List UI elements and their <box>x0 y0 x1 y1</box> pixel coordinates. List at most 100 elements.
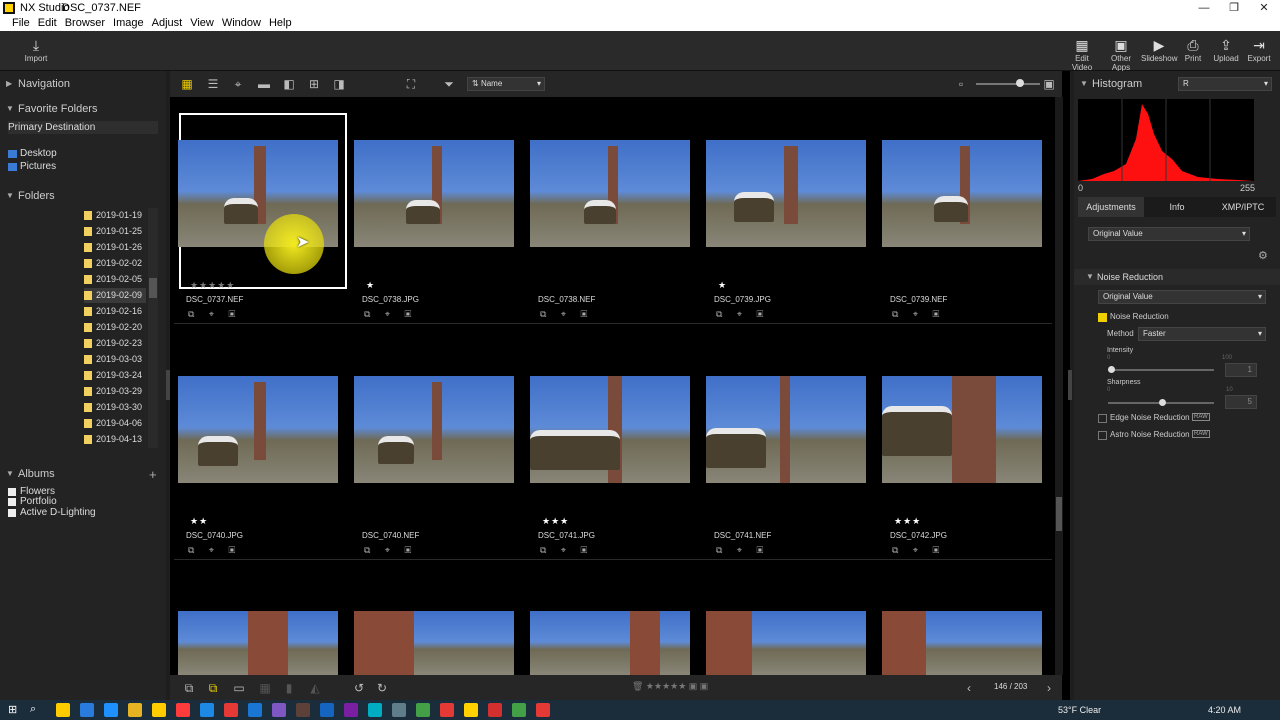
taskbar-app-icon[interactable] <box>152 703 166 717</box>
rating-stars[interactable]: ★★★★★ <box>190 280 235 291</box>
sharpness-slider[interactable] <box>1108 399 1214 406</box>
grid-scrollbar-thumb[interactable] <box>1056 497 1062 531</box>
settings-gear-icon[interactable]: ⚙ <box>1258 249 1268 262</box>
rating-stars[interactable]: ★★★ <box>542 516 569 527</box>
right-panel-collapse-handle[interactable] <box>1068 370 1072 400</box>
taskbar-app-icon[interactable] <box>536 703 550 717</box>
taskbar-app-icon[interactable] <box>128 703 142 717</box>
folder-item[interactable]: 2019-04-06 <box>84 416 146 431</box>
taskbar-app-icon[interactable] <box>104 703 118 717</box>
folder-item[interactable]: 2019-03-30 <box>84 400 146 415</box>
taskbar-app-icon[interactable] <box>248 703 262 717</box>
folder-item[interactable]: 2019-02-02 <box>84 256 146 271</box>
rating-stars[interactable]: ★ <box>718 280 727 291</box>
thumbnail-image[interactable] <box>530 140 690 247</box>
taskbar-app-icon[interactable] <box>296 703 310 717</box>
next-page-icon[interactable]: › <box>1040 679 1058 697</box>
rotate-left-icon[interactable]: ↺ <box>350 679 368 697</box>
folders-section[interactable]: ▼ Folders <box>0 186 166 206</box>
taskbar-app-icon[interactable] <box>56 703 70 717</box>
taskbar-app-icon[interactable] <box>416 703 430 717</box>
other-apps-button[interactable]: ▣ Other Apps <box>1103 36 1139 72</box>
folder-item[interactable]: 2019-01-26 <box>84 240 146 255</box>
sharpness-handle[interactable] <box>1159 399 1166 406</box>
slider-handle[interactable] <box>1016 79 1024 87</box>
upload-button[interactable]: ⇪ Upload <box>1208 36 1244 68</box>
highlight-icon[interactable]: ▮ <box>280 679 298 697</box>
thumbnail-image[interactable] <box>354 376 514 483</box>
scrollbar-thumb[interactable] <box>149 278 157 298</box>
rating-bar[interactable]: 🗑 ★★★★★ ▣ ▣ <box>632 681 708 692</box>
taskbar-app-icon[interactable] <box>80 703 94 717</box>
noise-reduction-header[interactable]: ▼ Noise Reduction <box>1074 269 1280 285</box>
taskbar-app-icon[interactable] <box>488 703 502 717</box>
albums-section[interactable]: ▼ Albums <box>0 464 166 484</box>
sort-select[interactable]: ⇅ Name ▾ <box>467 77 545 91</box>
grid-overlay-icon[interactable]: ▦ <box>256 679 274 697</box>
large-thumb-icon[interactable]: ▣ <box>1040 75 1058 93</box>
import-button[interactable]: ⤓ Import <box>18 36 54 68</box>
histogram-channel-select[interactable]: R ▾ <box>1178 77 1272 91</box>
prev-page-icon[interactable]: ‹ <box>960 679 978 697</box>
noise-reduction-preset-select[interactable]: Original Value ▾ <box>1098 290 1266 304</box>
slideshow-button[interactable]: ▶ Slideshow <box>1141 36 1177 68</box>
desktop-item[interactable]: Desktop <box>8 147 57 160</box>
folder-item[interactable]: 2019-04-13 <box>84 432 146 447</box>
histogram-toggle-icon[interactable]: ◭ <box>306 679 324 697</box>
edge-noise-checkbox[interactable] <box>1098 414 1107 423</box>
taskbar-app-icon[interactable] <box>512 703 526 717</box>
folder-item[interactable]: 2019-02-16 <box>84 304 146 319</box>
thumbnail-image[interactable] <box>354 140 514 247</box>
intensity-handle[interactable] <box>1108 366 1115 373</box>
raw-jpeg-icon[interactable]: ▭ <box>230 679 248 697</box>
intensity-value[interactable]: 1 <box>1225 363 1257 377</box>
minimize-button[interactable]: — <box>1188 0 1220 16</box>
folder-item[interactable]: 2019-01-25 <box>84 224 146 239</box>
adjustment-preset-select[interactable]: Original Value ▾ <box>1088 227 1250 241</box>
filter-icon[interactable]: ⏷ <box>440 75 458 93</box>
taskbar-app-icon[interactable] <box>392 703 406 717</box>
search-icon[interactable]: ⌕ <box>30 703 36 716</box>
folder-item[interactable]: 2019-03-24 <box>84 368 146 383</box>
tab-adjustments[interactable]: Adjustments <box>1078 197 1144 217</box>
taskbar-app-icon[interactable] <box>464 703 478 717</box>
restore-button[interactable]: ❐ <box>1218 0 1250 16</box>
list-view-icon[interactable]: ☰ <box>204 75 222 93</box>
menu-view[interactable]: View <box>186 16 218 31</box>
tab-xmp-iptc[interactable]: XMP/IPTC <box>1210 197 1276 217</box>
map-view-icon[interactable]: ⌖ <box>229 75 247 93</box>
add-album-button[interactable]: + <box>149 467 157 482</box>
multi-view-icon[interactable]: ⊞ <box>305 75 323 93</box>
folder-item[interactable]: 2019-01-19 <box>84 208 146 223</box>
pictures-item[interactable]: Pictures <box>8 160 56 173</box>
folder-item[interactable]: 2019-02-09 <box>84 288 146 303</box>
thumbnail-cell[interactable]: ★★★★★ DSC_0737.NEF ⧉ ⌖ ▣ ➤ <box>178 112 348 319</box>
menu-file[interactable]: File <box>8 16 34 31</box>
taskbar-app-icon[interactable] <box>440 703 454 717</box>
menu-window[interactable]: Window <box>218 16 265 31</box>
rotate-right-icon[interactable]: ↻ <box>373 679 391 697</box>
menu-adjust[interactable]: Adjust <box>148 16 187 31</box>
thumbnail-image[interactable] <box>530 376 690 483</box>
astro-noise-checkbox[interactable] <box>1098 431 1107 440</box>
rating-stars[interactable]: ★ <box>366 280 375 291</box>
taskbar-app-icon[interactable] <box>344 703 358 717</box>
start-icon[interactable]: ⊞ <box>8 703 22 717</box>
rating-stars[interactable]: ★★ <box>190 516 208 527</box>
sharpness-value[interactable]: 5 <box>1225 395 1257 409</box>
menu-help[interactable]: Help <box>265 16 296 31</box>
taskbar-app-icon[interactable] <box>176 703 190 717</box>
stack-icon[interactable]: ⧉ <box>180 679 198 697</box>
fit-icon[interactable]: ⛶ <box>402 75 420 93</box>
taskbar-app-icon[interactable] <box>368 703 382 717</box>
grid-scrollbar[interactable] <box>1055 97 1063 675</box>
navigation-section[interactable]: ▶ Navigation <box>0 74 166 94</box>
thumbnail-image[interactable] <box>706 140 866 247</box>
export-button[interactable]: ⇥ Export <box>1241 36 1277 68</box>
folder-item[interactable]: 2019-03-29 <box>84 384 146 399</box>
thumbnail-size-slider[interactable] <box>976 79 1040 87</box>
intensity-slider[interactable] <box>1108 366 1214 373</box>
folder-item[interactable]: 2019-03-03 <box>84 352 146 367</box>
noise-reduction-checkbox[interactable] <box>1098 313 1107 322</box>
split-view-icon[interactable]: ◨ <box>330 75 348 93</box>
